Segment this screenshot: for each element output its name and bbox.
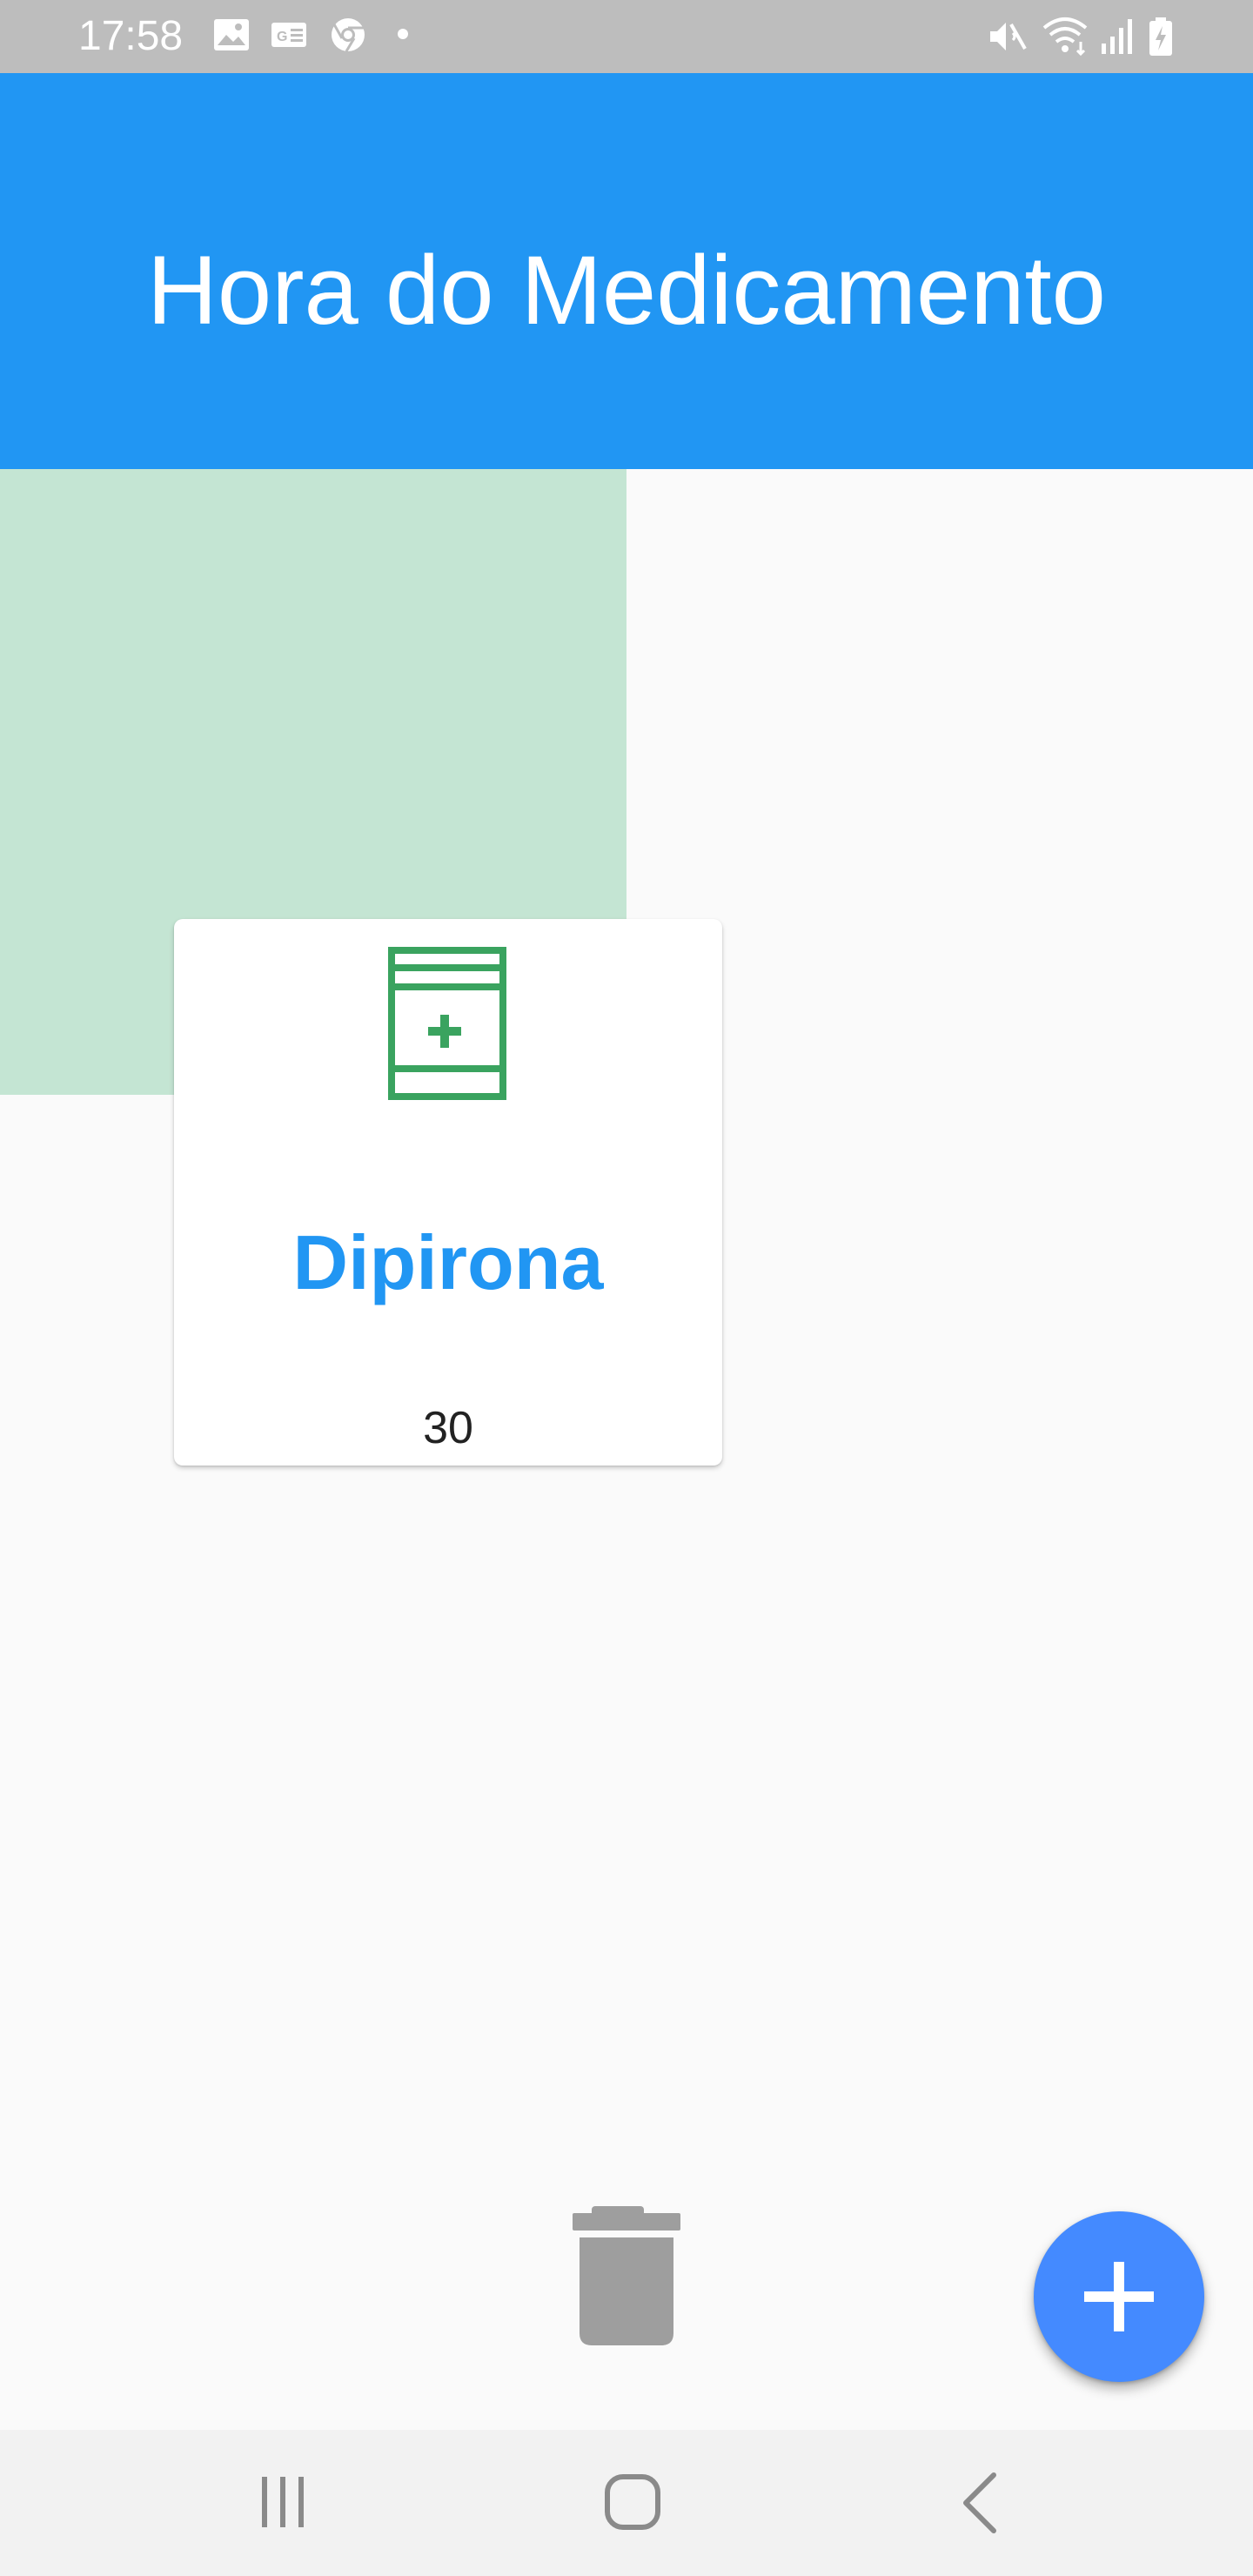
app-title: Hora do Medicamento [147,236,1106,345]
back-icon [963,2472,996,2533]
app-bar: Hora do Medicamento [0,73,1253,469]
news-icon: G [270,16,308,58]
recents-icon [262,2477,304,2527]
home-button[interactable] [580,2459,684,2546]
signal-icon [1098,16,1136,62]
add-medication-button[interactable] [1034,2211,1204,2382]
back-button[interactable] [926,2459,1030,2546]
home-icon [605,2474,660,2530]
gallery-icon [212,16,251,58]
screen: 17:58 G Hora do Medicamento Dipirona 30 [0,0,1253,2576]
medication-card[interactable]: Dipirona 30 [174,919,722,1466]
status-time: 17:58 [78,13,184,59]
svg-text:G: G [277,30,287,44]
system-nav-bar [0,2430,1253,2576]
dot-icon [397,28,409,44]
trash-icon [566,2206,687,2349]
mute-icon [987,16,1029,62]
medication-name: Dipirona [292,1219,604,1305]
status-bar: 17:58 G [0,0,1253,73]
medicine-bottle-icon [386,945,508,1106]
chrome-icon [329,16,367,58]
medication-quantity: 30 [423,1403,473,1453]
delete-button[interactable] [566,2206,687,2345]
battery-charging-icon [1147,16,1175,62]
wifi-icon [1041,16,1089,62]
plus-icon [1084,2262,1154,2331]
recents-button[interactable] [231,2459,335,2546]
